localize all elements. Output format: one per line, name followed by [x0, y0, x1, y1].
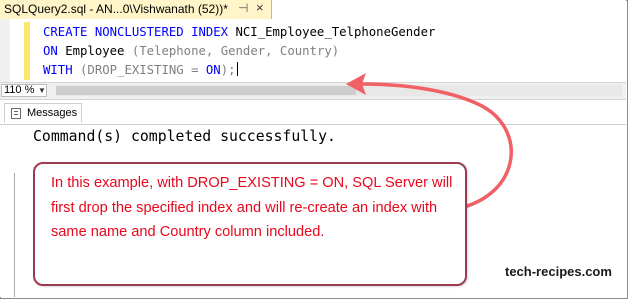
watermark: tech-recipes.com: [505, 264, 612, 279]
annotation-callout: In this example, with DROP_EXISTING = ON…: [33, 162, 467, 286]
callout-text: In this example, with DROP_EXISTING = ON…: [51, 175, 453, 240]
